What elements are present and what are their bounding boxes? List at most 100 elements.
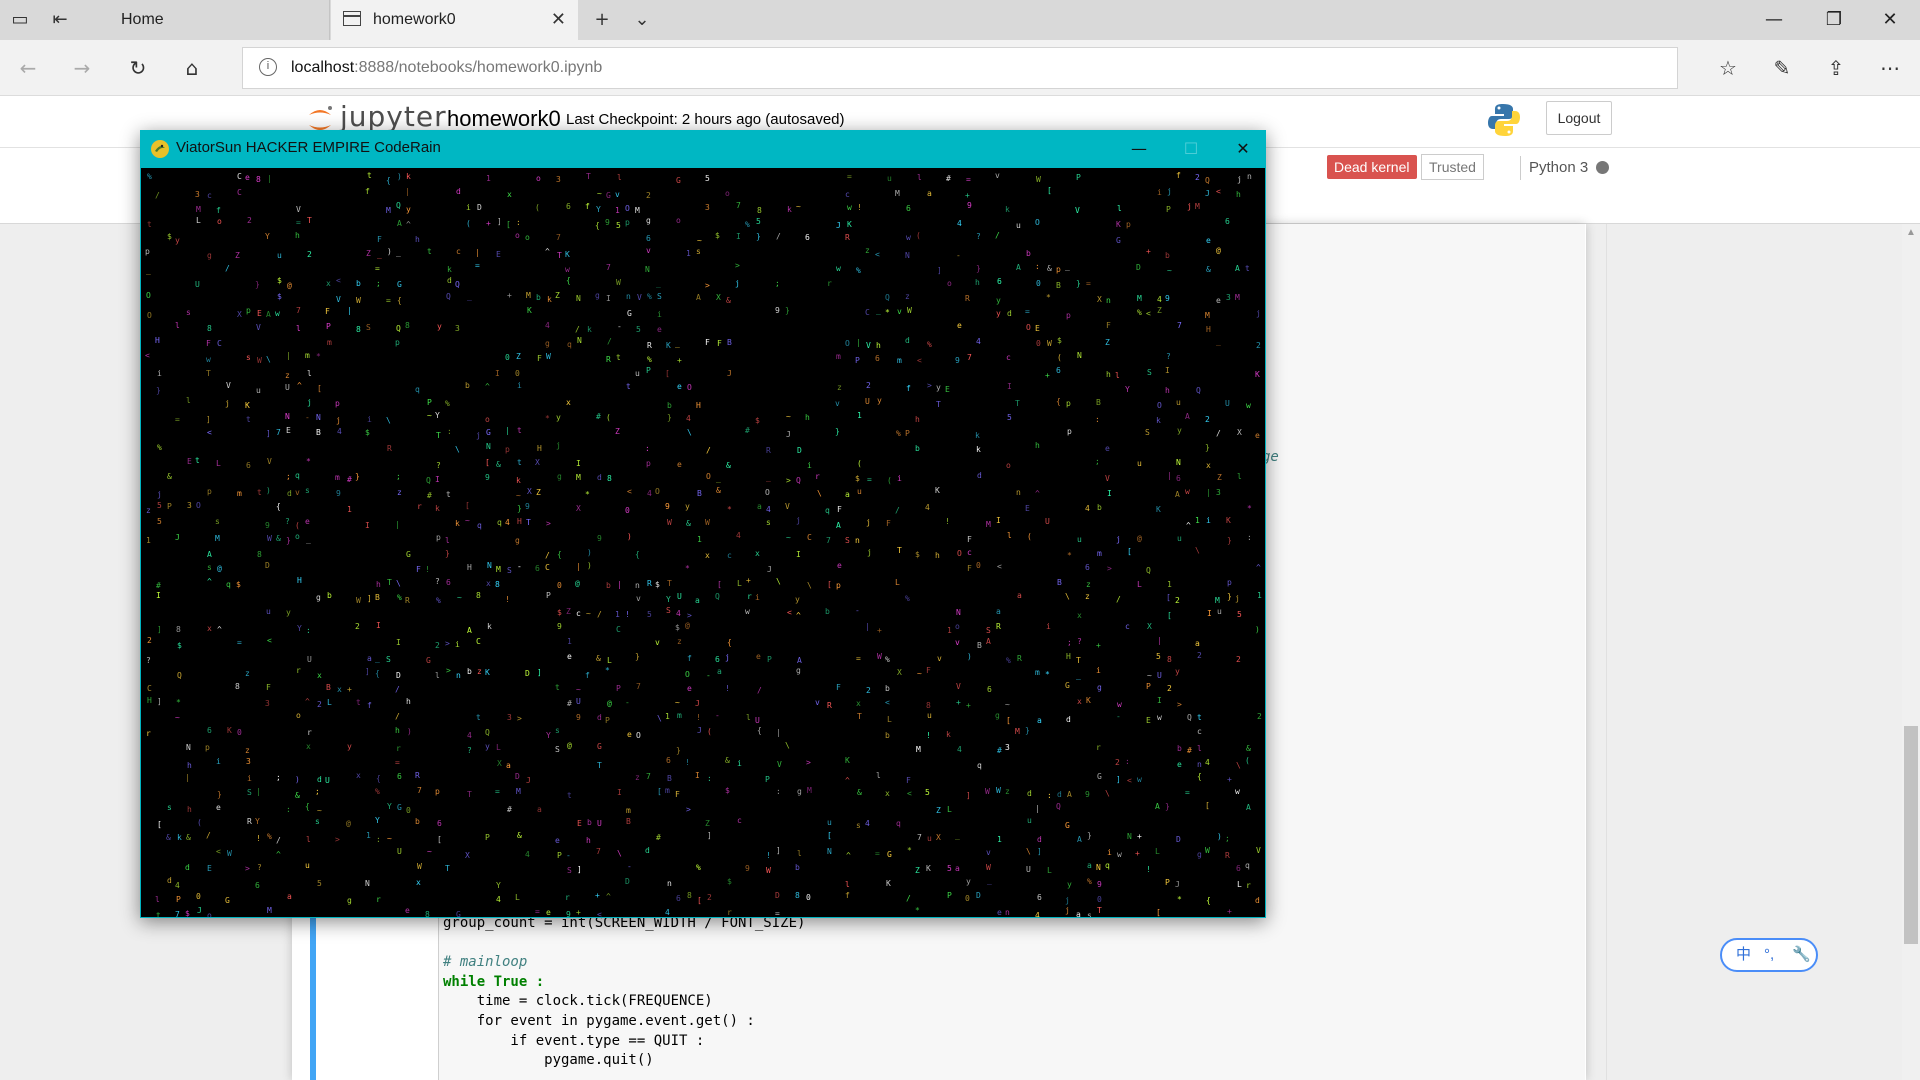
rain-glyph: p [1126, 220, 1131, 229]
pygame-window[interactable]: ViatorSun HACKER EMPIRE CodeRain — ☐ ✕ %… [140, 130, 1266, 918]
rain-glyph: 2 [317, 700, 322, 709]
code-rain-canvas[interactable]: % t p _ O O < z 1 2? C Hr / Hi}% j 5 5 # I]][l t $ & Ps & d y l = J 8… [141, 168, 1265, 917]
rain-glyph: o [217, 217, 222, 226]
rain-glyph: N [956, 608, 961, 617]
rain-glyph: q [896, 819, 901, 828]
rain-glyph: x [566, 398, 571, 407]
rain-glyph: w [1246, 401, 1251, 410]
rain-glyph: | [1167, 471, 1172, 480]
rain-glyph: O [196, 501, 201, 510]
rain-glyph: M [386, 206, 391, 215]
rain-glyph: I [1007, 382, 1012, 391]
ime-punctuation-label[interactable]: °, [1764, 940, 1774, 970]
close-window-icon[interactable]: ✕ [1220, 134, 1266, 164]
close-tab-icon[interactable]: ✕ [551, 9, 566, 30]
rain-glyph: > [806, 758, 811, 767]
rain-glyph: p [435, 787, 440, 796]
rain-glyph: l [1197, 744, 1202, 753]
rain-glyph: ] [937, 266, 942, 275]
home-icon[interactable]: ⌂ [178, 54, 206, 82]
maximize-icon[interactable]: ☐ [1168, 134, 1214, 164]
ime-toolbar[interactable]: 中 °, 🔧 [1720, 938, 1818, 972]
rain-glyph: j [225, 399, 230, 408]
rain-glyph: % [745, 220, 750, 229]
refresh-icon[interactable]: ↻ [124, 54, 152, 82]
page-icon [343, 11, 361, 26]
restore-icon[interactable]: ❐ [1814, 6, 1854, 34]
rain-glyph: / [1216, 429, 1221, 438]
plus-icon[interactable]: + [590, 8, 614, 32]
rain-glyph: 2 [646, 191, 651, 200]
set-aside-tabs-icon[interactable]: ⇤ [48, 8, 72, 32]
forward-arrow-icon[interactable]: → [68, 54, 96, 82]
rain-glyph: 8 [476, 591, 481, 600]
rain-glyph: = [966, 175, 971, 184]
minimize-icon[interactable]: — [1116, 134, 1162, 164]
rain-glyph: Y [375, 816, 380, 825]
rain-glyph: p [145, 247, 150, 256]
rain-glyph: C [616, 625, 621, 634]
rain-glyph: Z [915, 866, 920, 875]
jupyter-logo-text[interactable]: jupyter [340, 100, 447, 133]
wrench-icon[interactable]: 🔧 [1792, 940, 1811, 970]
rain-glyph: W [766, 866, 771, 875]
rain-glyph: ^ [207, 577, 212, 586]
share-icon[interactable]: ⇪ [1822, 54, 1850, 82]
rain-glyph: 1 [1167, 580, 1172, 589]
rain-glyph: F [906, 776, 911, 785]
rain-glyph: W [667, 518, 672, 527]
info-icon[interactable]: i [259, 58, 277, 76]
rain-glyph: C [807, 533, 812, 542]
ime-mode-label[interactable]: 中 [1736, 940, 1751, 970]
rain-glyph: 8 [235, 682, 240, 691]
trusted-badge[interactable]: Trusted [1421, 154, 1484, 180]
page-scrollbar[interactable] [1902, 224, 1920, 1080]
rain-glyph: { [305, 802, 310, 811]
pygame-titlebar[interactable]: ViatorSun HACKER EMPIRE CodeRain — ☐ ✕ [140, 130, 1266, 168]
notebook-name[interactable]: homework0 [447, 106, 561, 132]
tab-homework0[interactable]: homework0 ✕ [331, 0, 578, 40]
address-bar[interactable]: i localhost:8888/notebooks/homework0.ipy… [242, 47, 1678, 89]
rain-glyph: $ [557, 608, 562, 617]
rain-glyph: a [927, 189, 932, 198]
logout-button[interactable]: Logout [1546, 101, 1612, 135]
scroll-up-icon[interactable]: ▲ [1904, 226, 1918, 240]
rain-glyph: z [837, 383, 842, 392]
rain-glyph: 8 [1167, 655, 1172, 664]
rain-glyph: 8 [405, 321, 410, 330]
rain-glyph: > [245, 864, 250, 873]
kernel-status-badge[interactable]: Dead kernel [1327, 155, 1417, 179]
url-text[interactable]: localhost:8888/notebooks/homework0.ipynb [291, 59, 602, 77]
rain-glyph: l [1237, 472, 1242, 481]
tab-manager-icon[interactable]: ▭ [8, 8, 32, 32]
rain-glyph: [ [827, 831, 832, 840]
minimize-icon[interactable]: — [1754, 6, 1794, 34]
rain-glyph: G [397, 803, 402, 812]
chevron-down-icon[interactable]: ⌄ [630, 8, 654, 32]
rain-glyph: l [1117, 204, 1122, 213]
rain-glyph: W [356, 596, 361, 605]
rain-glyph: T [936, 400, 941, 409]
rain-glyph: [ [506, 220, 511, 229]
rain-glyph: 3 [455, 324, 460, 333]
rain-glyph: k [547, 295, 552, 304]
rain-glyph: # [156, 581, 161, 590]
rain-glyph: h [1106, 370, 1111, 379]
tab-home[interactable]: Home [85, 0, 330, 40]
rain-glyph: e [677, 382, 682, 391]
rain-glyph: t [616, 353, 621, 362]
scrollbar-thumb[interactable] [1904, 726, 1918, 944]
rain-glyph: d [185, 863, 190, 872]
close-window-icon[interactable]: ✕ [1870, 6, 1910, 34]
rain-glyph: / [776, 232, 781, 241]
pen-icon[interactable]: ✎ [1768, 54, 1796, 82]
code-editor[interactable]: group_count = int(SCREEN_WIDTH / FONT_SI… [443, 914, 805, 1071]
rain-glyph: = [856, 654, 861, 663]
rain-glyph: 4 [957, 219, 962, 228]
favorites-icon[interactable]: ☆ [1714, 54, 1742, 82]
rain-glyph: N [186, 743, 191, 752]
more-icon[interactable]: ⋯ [1876, 54, 1904, 82]
back-arrow-icon[interactable]: ← [14, 54, 42, 82]
rain-glyph: C [147, 684, 152, 693]
rain-glyph: } [1087, 831, 1092, 840]
